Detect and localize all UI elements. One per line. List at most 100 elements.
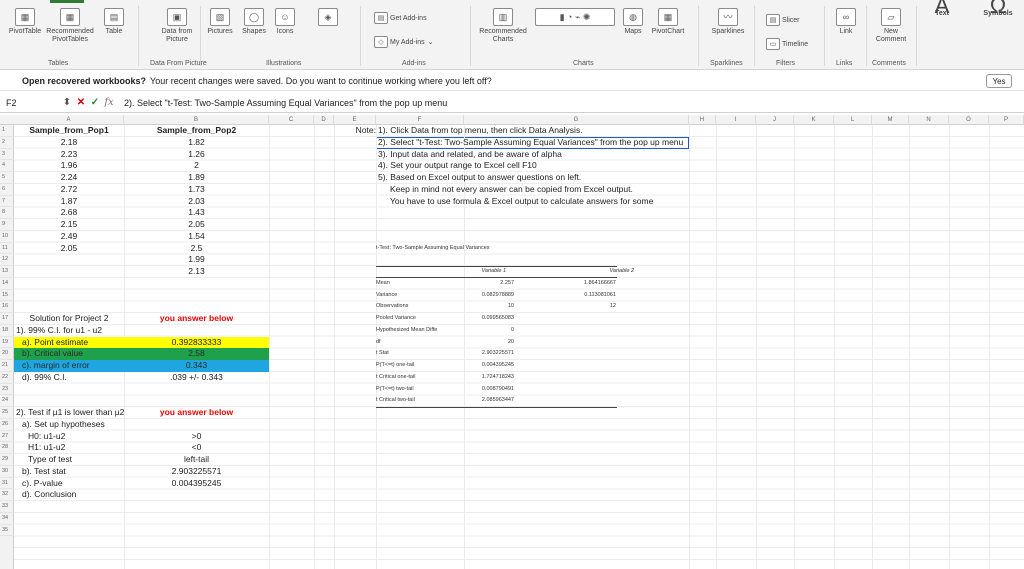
column-header-i[interactable]: I	[716, 115, 756, 125]
column-header-g[interactable]: G	[464, 115, 689, 125]
column-header-d[interactable]: D	[314, 115, 334, 125]
timeline-button[interactable]: ▭ Timeline	[766, 38, 808, 50]
icons-button[interactable]: ☺ Icons	[272, 8, 298, 36]
ttest-row-v1[interactable]: 0.004395245	[434, 360, 514, 372]
name-box[interactable]: F2	[2, 95, 60, 111]
solution-title[interactable]: Solution for Project 2	[14, 313, 124, 325]
stepper-icon[interactable]: ⬍	[60, 97, 74, 108]
row-header-16[interactable]: 16	[0, 301, 14, 313]
row-header-28[interactable]: 28	[0, 442, 14, 454]
h1-value[interactable]: <0	[124, 442, 269, 454]
ttest-row-v2[interactable]	[524, 313, 616, 325]
column-header-b[interactable]: B	[124, 115, 269, 125]
row-header-2[interactable]: 2	[0, 137, 14, 149]
column-header-m[interactable]: M	[872, 115, 909, 125]
row-header-31[interactable]: 31	[0, 478, 14, 490]
pop1-value[interactable]: 2.24	[14, 172, 124, 184]
row-header-25[interactable]: 25	[0, 407, 14, 419]
pop1-value[interactable]: 2.49	[14, 231, 124, 243]
point-estimate-value[interactable]: 0.392833333	[124, 336, 269, 349]
pivot-table-button[interactable]: ▦ PivotTable	[6, 8, 44, 36]
cancel-icon[interactable]: ✕	[74, 97, 88, 108]
pop2-value[interactable]: 1.43	[124, 207, 269, 219]
row-header-20[interactable]: 20	[0, 348, 14, 360]
question-1[interactable]: 1). 99% C.I. for u1 - u2	[14, 325, 124, 337]
recommended-charts-button[interactable]: ▥ Recommended Charts	[478, 8, 528, 44]
row-header-6[interactable]: 6	[0, 184, 14, 196]
note-line[interactable]: 1). Click Data from top menu, then click…	[376, 125, 696, 137]
row-header-9[interactable]: 9	[0, 219, 14, 231]
ttest-row-v1[interactable]: 2.257	[434, 278, 514, 290]
ttest-row-v2[interactable]	[524, 325, 616, 337]
column-header-l[interactable]: L	[834, 115, 872, 125]
conclusion-label[interactable]: d). Conclusion	[14, 489, 124, 501]
link-button[interactable]: ∞ Link	[832, 8, 860, 36]
get-addins-button[interactable]: ▤ Get Add-ins	[374, 12, 427, 24]
column-header-p[interactable]: P	[989, 115, 1024, 125]
p-value-value[interactable]: 0.004395245	[124, 478, 269, 490]
ttest-row-v2[interactable]: 12	[524, 301, 616, 313]
cells-area[interactable]: Sample_from_Pop1 Sample_from_Pop2 2.18 2.23…	[14, 125, 1024, 569]
ttest-row-v1[interactable]: 0.008790491	[434, 384, 514, 396]
critical-value-label[interactable]: b). Critical value	[14, 348, 124, 360]
ttest-title[interactable]: t-Test: Two-Sample Assuming Equal Varian…	[376, 243, 576, 255]
hypotheses-label[interactable]: a). Set up hypotheses	[14, 419, 124, 431]
new-comment-button[interactable]: ▱ New Comment	[870, 8, 912, 44]
slicer-button[interactable]: ▤ Slicer	[766, 14, 800, 26]
ttest-row-v1[interactable]: 0.099565083	[434, 313, 514, 325]
ttest-row-v1[interactable]: 2.085963447	[434, 395, 514, 407]
ttest-row-v1[interactable]: 0	[434, 325, 514, 337]
3d-models-button[interactable]: ◈	[300, 8, 356, 28]
pop2-value[interactable]: 1.26	[124, 149, 269, 161]
column-header-a[interactable]: A	[14, 115, 124, 125]
test-stat-value[interactable]: 2.903225571	[124, 466, 269, 478]
column-header-f[interactable]: F	[376, 115, 464, 125]
pivot-chart-button[interactable]: ▦ PivotChart	[650, 8, 686, 36]
h0-label[interactable]: H0: u1-u2	[14, 431, 124, 443]
test-type-value[interactable]: left-tail	[124, 454, 269, 466]
note-line[interactable]: 4). Set your output range to Excel cell …	[376, 160, 696, 172]
ttest-row-v2[interactable]	[524, 395, 616, 407]
pop2-value[interactable]: 2	[124, 160, 269, 172]
answer-below-label[interactable]: you answer below	[124, 313, 269, 325]
row-header-15[interactable]: 15	[0, 290, 14, 302]
pop2-header[interactable]: Sample_from_Pop2	[124, 125, 269, 137]
pop2-value[interactable]: 1.73	[124, 184, 269, 196]
insert-function-icon[interactable]: fx	[102, 97, 116, 108]
row-header-22[interactable]: 22	[0, 372, 14, 384]
ci-value[interactable]: .039 +/- 0.343	[124, 372, 269, 384]
row-header-21[interactable]: 21	[0, 360, 14, 372]
row-header-18[interactable]: 18	[0, 325, 14, 337]
pop1-value[interactable]: 2.72	[14, 184, 124, 196]
h1-label[interactable]: H1: u1-u2	[14, 442, 124, 454]
ttest-row-v2[interactable]: 1.864166667	[524, 278, 616, 290]
h0-value[interactable]: >0	[124, 431, 269, 443]
pop1-value[interactable]: 2.05	[14, 243, 124, 255]
pop2-value[interactable]: 1.54	[124, 231, 269, 243]
row-header-32[interactable]: 32	[0, 489, 14, 501]
column-header-n[interactable]: N	[909, 115, 949, 125]
margin-of-error-label[interactable]: c). margin of error	[14, 360, 124, 372]
row-header-24[interactable]: 24	[0, 395, 14, 407]
yes-button[interactable]: Yes	[986, 74, 1012, 88]
ttest-row-v2[interactable]: 0.113081061	[524, 290, 616, 302]
pop1-value[interactable]: 2.23	[14, 149, 124, 161]
note-line[interactable]: 3). Input data and related, and be aware…	[376, 149, 696, 161]
symbols-button[interactable]: Ω Symbols	[980, 0, 1016, 18]
data-from-picture-button[interactable]: ▣ Data from Picture	[156, 8, 198, 44]
row-header-12[interactable]: 12	[0, 254, 14, 266]
row-header-11[interactable]: 11	[0, 243, 14, 255]
pop2-value[interactable]: 1.99	[124, 254, 269, 266]
pop1-header[interactable]: Sample_from_Pop1	[14, 125, 124, 137]
pop1-value[interactable]: 1.87	[14, 196, 124, 208]
p-value-label[interactable]: c). P-value	[14, 478, 124, 490]
test-stat-label[interactable]: b). Test stat	[14, 466, 124, 478]
column-header-j[interactable]: J	[756, 115, 794, 125]
row-header-33[interactable]: 33	[0, 501, 14, 513]
pop2-value[interactable]: 2.03	[124, 196, 269, 208]
row-header-3[interactable]: 3	[0, 149, 14, 161]
row-header-23[interactable]: 23	[0, 384, 14, 396]
ttest-row-v2[interactable]	[524, 360, 616, 372]
row-header-1[interactable]: 1	[0, 125, 14, 137]
row-header-13[interactable]: 13	[0, 266, 14, 278]
